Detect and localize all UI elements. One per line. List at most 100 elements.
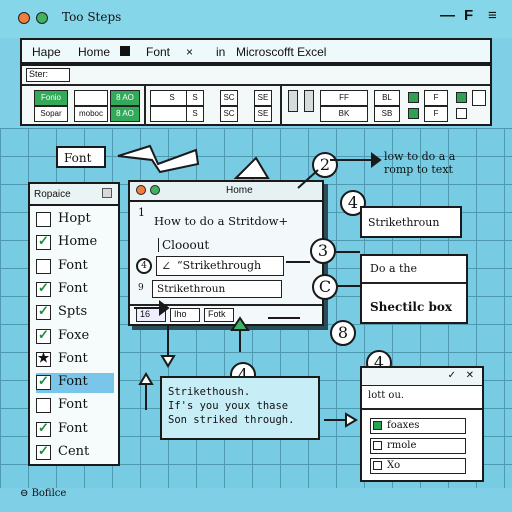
pane-item[interactable]: ✓ Font bbox=[36, 280, 114, 300]
restore-button[interactable]: F bbox=[464, 7, 473, 24]
sopar-button[interactable]: Sopar bbox=[34, 106, 68, 122]
checkbox[interactable] bbox=[36, 258, 51, 274]
maximize-dot-icon[interactable] bbox=[36, 12, 48, 24]
checkbox[interactable] bbox=[36, 398, 51, 414]
shectilc-panel: Do a the Shectilc box bbox=[360, 254, 468, 324]
dialog-max-dot-icon[interactable] bbox=[150, 185, 160, 195]
checkbox[interactable]: ✓ bbox=[36, 375, 51, 391]
pane-item-label: Font bbox=[58, 257, 88, 273]
se-button[interactable]: SE bbox=[254, 90, 272, 106]
mini-row-2-checkbox[interactable] bbox=[373, 441, 382, 450]
font-callout: Font bbox=[56, 146, 106, 168]
howto-callout: low to do a a romp to text bbox=[384, 150, 455, 176]
pane-item[interactable]: Font bbox=[36, 396, 114, 416]
checkbox[interactable]: ✓ bbox=[36, 281, 51, 297]
close-icon[interactable]: × bbox=[186, 45, 193, 59]
minimize-button[interactable]: — bbox=[440, 7, 455, 24]
ribbon-checkbox-4[interactable] bbox=[456, 108, 467, 119]
sb-button[interactable]: SB bbox=[374, 106, 400, 122]
sc-button-2[interactable]: SC bbox=[220, 106, 238, 122]
bl-button[interactable]: BL bbox=[374, 90, 400, 106]
ribbon-toggle-1[interactable] bbox=[288, 90, 298, 112]
ribbon-box-end[interactable] bbox=[472, 90, 486, 106]
menu-item-font[interactable]: Font bbox=[146, 45, 170, 59]
tab-fotk[interactable]: Fotk bbox=[204, 308, 234, 322]
ribbon-s-4[interactable]: S bbox=[186, 106, 204, 122]
mini-row-3-checkbox[interactable] bbox=[373, 461, 382, 470]
ribbon-checkbox-1[interactable] bbox=[408, 92, 419, 103]
ribbon-checkbox-2[interactable] bbox=[408, 108, 419, 119]
mini-row-1-checkbox[interactable] bbox=[373, 421, 382, 430]
close-dot-icon[interactable] bbox=[18, 12, 30, 24]
pane-item[interactable]: ✓ Font bbox=[36, 420, 114, 440]
strikethroun-field[interactable]: Strikethroun bbox=[152, 280, 282, 298]
checkbox[interactable] bbox=[36, 212, 51, 227]
ribbon-sep-2 bbox=[280, 86, 282, 126]
sc-button[interactable]: SC bbox=[220, 90, 238, 106]
pane-item[interactable]: Font bbox=[36, 257, 114, 277]
right-mini-window: ✓ ✕ lott ou. foaxes rmole Xo bbox=[360, 366, 484, 482]
pane-item[interactable]: ✓ Font bbox=[36, 373, 114, 394]
checkbox[interactable]: ✓ bbox=[36, 328, 51, 344]
pane-close-icon[interactable] bbox=[102, 188, 112, 198]
8b-button[interactable]: 8 AO bbox=[110, 106, 140, 122]
pane-item[interactable]: Hopt bbox=[36, 210, 114, 230]
fonio-button[interactable]: Fonio bbox=[34, 90, 68, 106]
ribbon-toggle-2[interactable] bbox=[304, 90, 314, 112]
checkbox[interactable]: ✓ bbox=[36, 305, 51, 321]
f-button-2[interactable]: F bbox=[424, 106, 448, 122]
dialog-title-bar: Home bbox=[130, 182, 322, 202]
ribbon-sep bbox=[144, 86, 146, 126]
strikethrough-callout: Strikethroun bbox=[360, 206, 462, 238]
ribbon-box-1[interactable] bbox=[74, 90, 108, 106]
pane-item-label: Foxe bbox=[58, 327, 90, 343]
pane-item[interactable]: ✓ Cent bbox=[36, 443, 114, 463]
step-2-badge: 2 bbox=[312, 152, 338, 178]
strikethrough-field[interactable]: ∠ “Strikethrough bbox=[156, 256, 284, 276]
pane-item[interactable]: ✓ Home bbox=[36, 233, 114, 253]
step-c-badge: C bbox=[312, 274, 338, 300]
menu-item-in: in bbox=[216, 45, 226, 59]
mobec-button[interactable]: moboc bbox=[74, 106, 108, 122]
step-3-badge: 3 bbox=[310, 238, 336, 264]
status-text: Bofilce bbox=[31, 488, 67, 499]
8a-button[interactable]: 8 AO bbox=[110, 90, 140, 106]
mini-check-icon[interactable]: ✓ bbox=[448, 370, 456, 381]
ribbon-checkbox-3[interactable] bbox=[456, 92, 467, 103]
mini-close-icon[interactable]: ✕ bbox=[466, 370, 474, 381]
checkbox[interactable]: ✓ bbox=[36, 445, 51, 460]
checkbox[interactable]: ✓ bbox=[36, 235, 51, 251]
pane-item-label: Font bbox=[58, 350, 88, 366]
app-name: Microscofft Excel bbox=[236, 45, 327, 59]
tab-16[interactable]: 16 bbox=[136, 308, 166, 322]
tooltip-line-3: Son striked through. bbox=[168, 414, 295, 426]
mini-row-2[interactable]: rmole bbox=[370, 438, 466, 454]
status-bar: ⊖ Bofilce bbox=[20, 488, 66, 499]
howto-line-1: low to do a a bbox=[384, 150, 456, 163]
ribbon: Ster: Fonio Sopar 8 AO moboc 8 AO S S S … bbox=[20, 64, 492, 126]
pane-item[interactable]: ✓ Foxe bbox=[36, 327, 114, 347]
f-button[interactable]: F bbox=[424, 90, 448, 106]
dialog-close-dot-icon[interactable] bbox=[136, 185, 146, 195]
pane-item[interactable]: ✓ Spts bbox=[36, 303, 114, 323]
mini-row-1[interactable]: foaxes bbox=[370, 418, 466, 434]
dialog-divider bbox=[130, 304, 322, 306]
ribbon-s-3[interactable]: S bbox=[186, 90, 204, 106]
pane-item[interactable]: ★ Font bbox=[36, 350, 114, 370]
bk-button[interactable]: BK bbox=[320, 106, 368, 122]
style-label[interactable]: Ster: bbox=[26, 68, 70, 82]
ff-button[interactable]: FF bbox=[320, 90, 368, 106]
mini-row-3[interactable]: Xo bbox=[370, 458, 466, 474]
mini-divider bbox=[362, 408, 482, 410]
se-button-2[interactable]: SE bbox=[254, 106, 272, 122]
menu-item-hape[interactable]: Hape bbox=[32, 45, 61, 59]
pane-header: Ropaice bbox=[30, 184, 118, 206]
tab-iho[interactable]: Iho bbox=[170, 308, 200, 322]
step-1-label: 1 bbox=[138, 206, 145, 219]
panel-divider bbox=[362, 282, 466, 284]
star-icon[interactable]: ★ bbox=[36, 351, 51, 367]
menu-item-home[interactable]: Home bbox=[78, 45, 110, 59]
checkbox[interactable]: ✓ bbox=[36, 421, 51, 437]
menu-button[interactable]: ≡ bbox=[488, 7, 497, 24]
pane-item-label: Font bbox=[58, 420, 88, 436]
